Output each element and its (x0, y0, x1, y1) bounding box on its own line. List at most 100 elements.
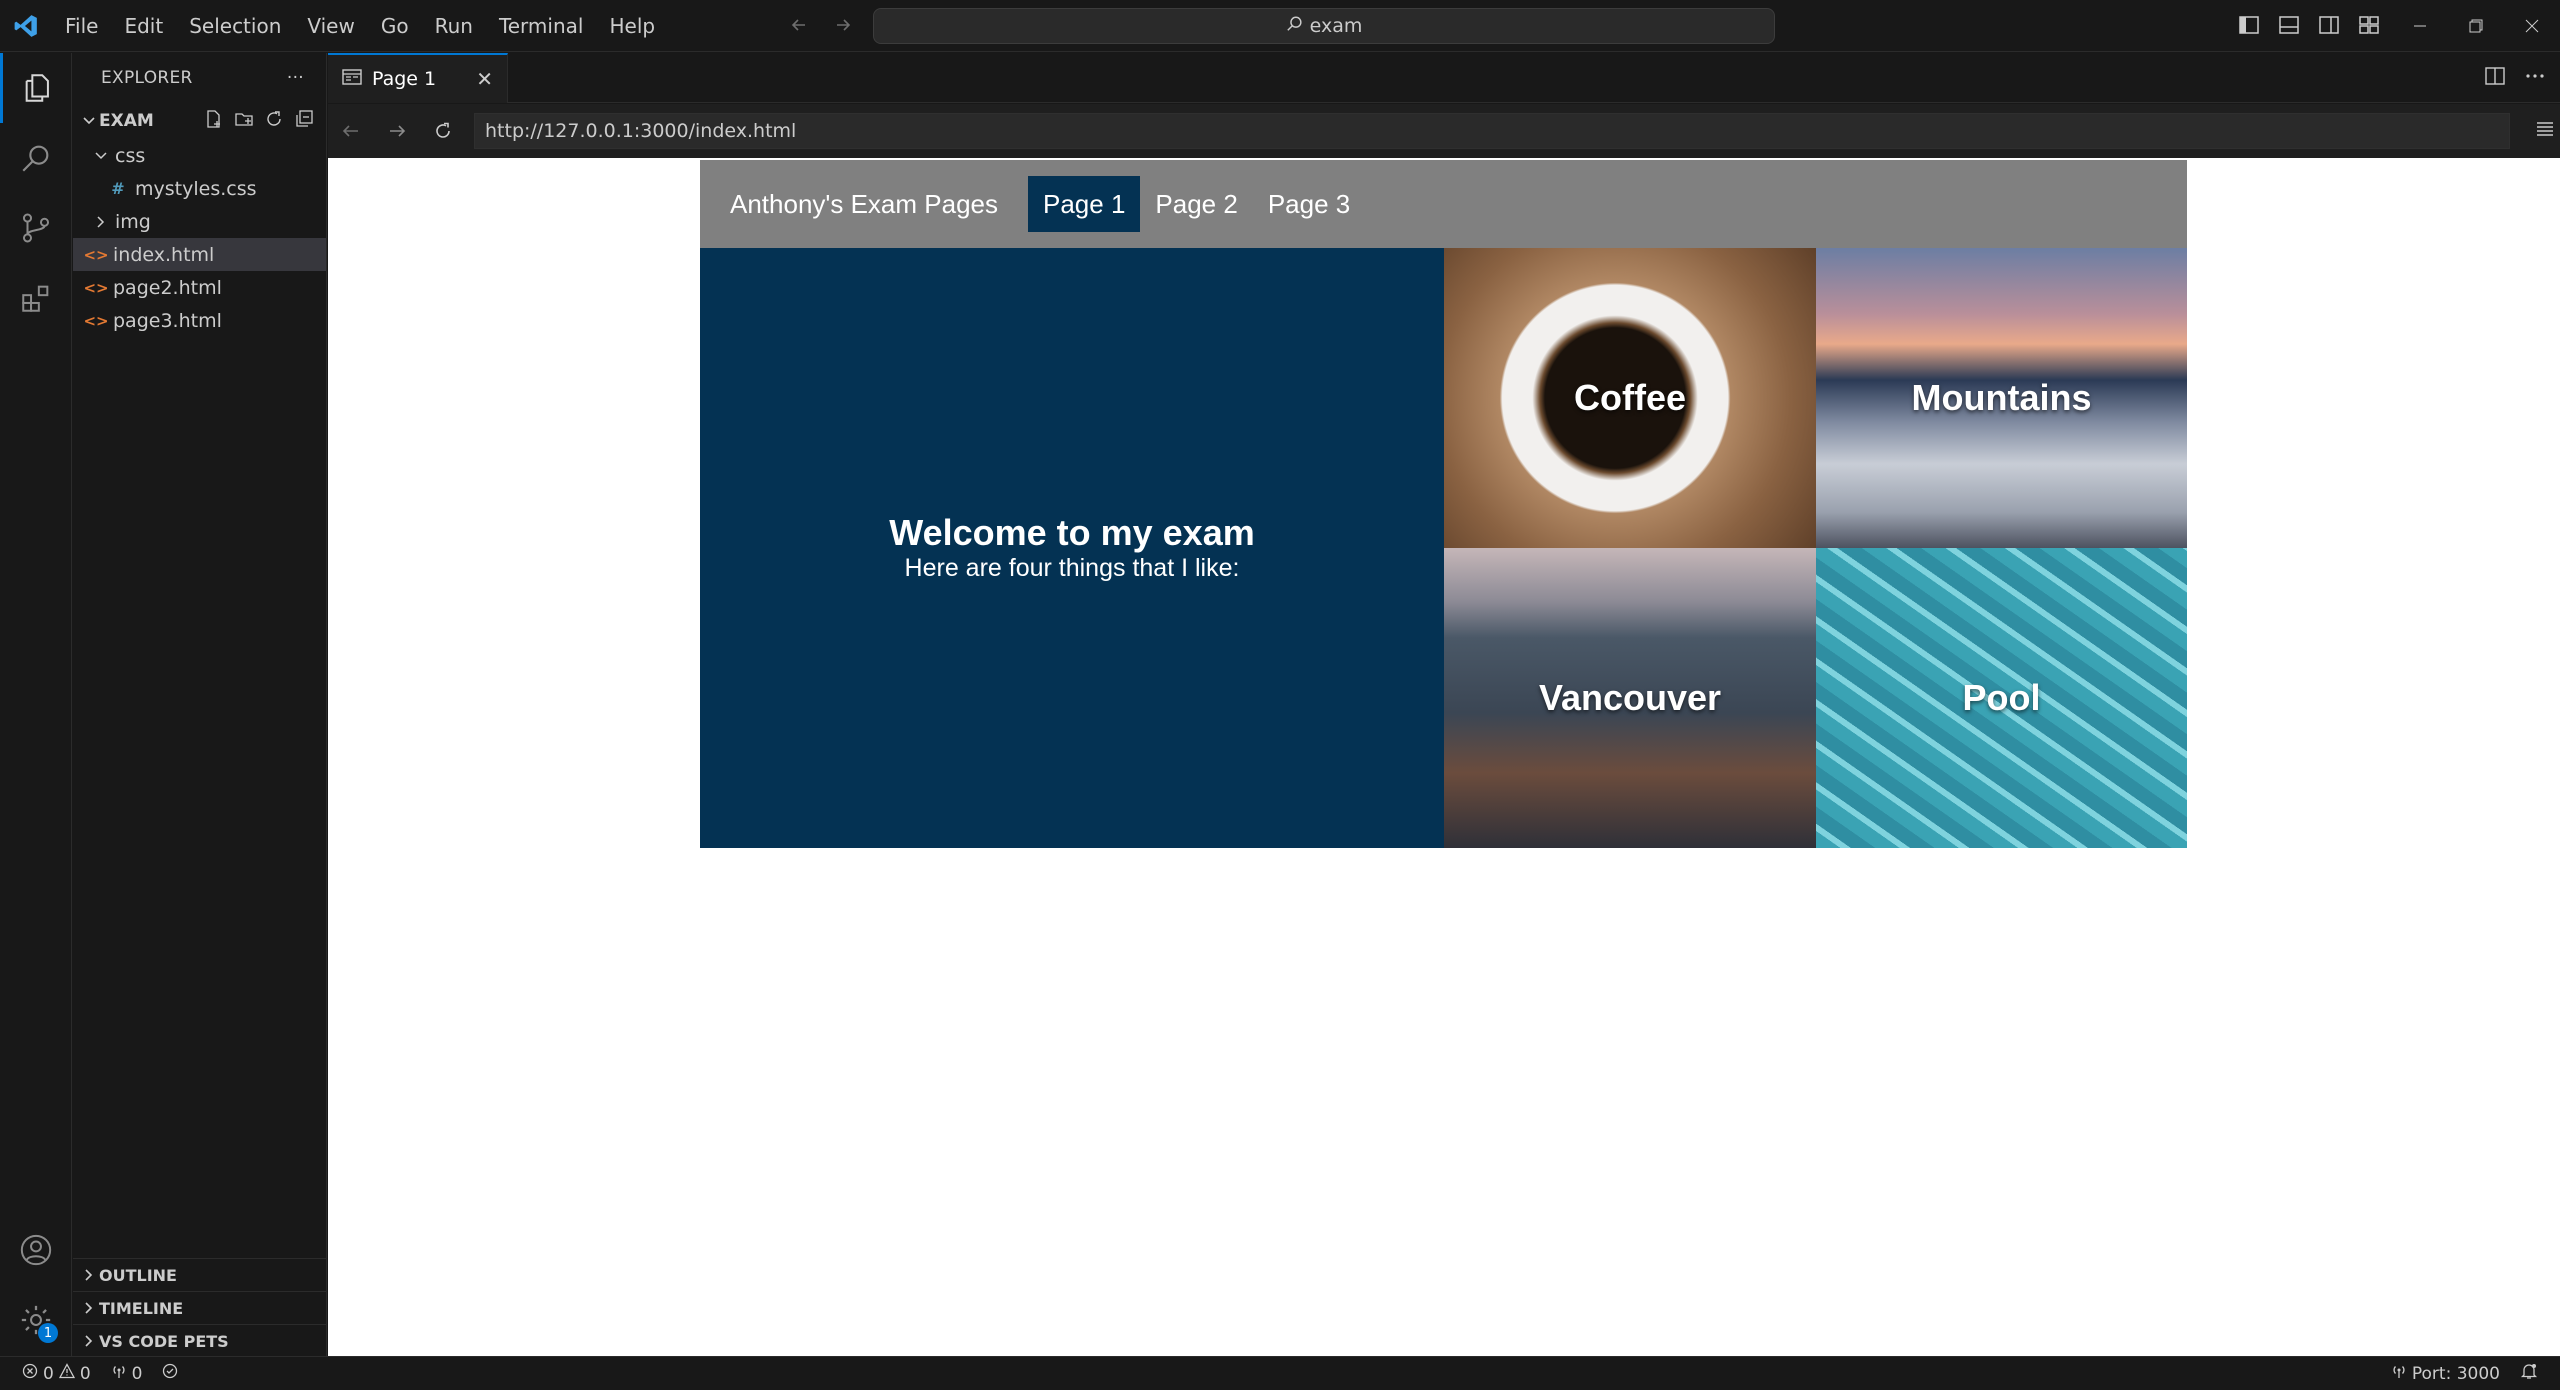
chevron-down-icon (79, 114, 99, 128)
source-control-icon[interactable] (0, 193, 72, 263)
browser-viewport: Anthony's Exam Pages Page 1 Page 2 Page … (328, 158, 2560, 1356)
refresh-icon[interactable] (264, 109, 284, 134)
browser-forward-icon[interactable] (374, 104, 420, 158)
vscode-logo-icon (0, 0, 52, 52)
tab-label: Page 1 (372, 68, 437, 90)
section-label: TIMELINE (99, 1298, 184, 1318)
menu-edit[interactable]: Edit (111, 0, 176, 52)
menu-file[interactable]: File (52, 0, 111, 52)
tab-page-1[interactable]: Page 1 ✕ (328, 53, 508, 103)
timeline-section[interactable]: TIMELINE (73, 1291, 327, 1324)
tree-file-index-html[interactable]: <> index.html (73, 238, 326, 271)
html-file-icon: <> (83, 311, 109, 330)
nav-link-page-2[interactable]: Page 2 (1140, 176, 1252, 232)
check-status[interactable] (152, 1357, 188, 1390)
chevron-right-icon (79, 1334, 99, 1348)
site-navbar: Anthony's Exam Pages Page 1 Page 2 Page … (700, 160, 2187, 248)
menu-bar: File Edit Selection View Go Run Terminal… (52, 0, 668, 52)
accounts-icon[interactable] (0, 1215, 72, 1285)
status-bar: 0 0 0 Port: 3000 (0, 1356, 2560, 1390)
preview-icon (342, 68, 362, 91)
tile-label-vancouver: Vancouver (1538, 677, 1722, 718)
explorer-more-actions-icon[interactable]: ··· (287, 68, 304, 88)
image-grid: Coffee Mountains Vancouver Pool (1444, 248, 2187, 848)
tree-label: img (115, 210, 151, 233)
explorer-icon[interactable] (0, 53, 72, 123)
tree-file-page3-html[interactable]: <> page3.html (73, 304, 326, 337)
browser-back-icon[interactable] (328, 104, 374, 158)
tree-label: page2.html (113, 276, 222, 299)
html-file-icon: <> (83, 245, 109, 264)
nav-link-page-1[interactable]: Page 1 (1028, 176, 1141, 232)
site-brand[interactable]: Anthony's Exam Pages (700, 189, 1028, 220)
tile-mountains: Mountains (1816, 248, 2187, 548)
extensions-icon[interactable] (0, 263, 72, 333)
ports-count: 0 (131, 1363, 143, 1384)
browser-reload-icon[interactable] (420, 104, 466, 158)
notifications[interactable] (2510, 1357, 2560, 1390)
toggle-panel-icon[interactable] (2276, 12, 2302, 38)
welcome-panel: Welcome to my exam Here are four things … (700, 248, 1444, 848)
browser-menu-icon[interactable] (2534, 118, 2556, 144)
tree-folder-css[interactable]: css (73, 139, 326, 172)
menu-terminal[interactable]: Terminal (486, 0, 597, 52)
tree-file-mystyles-css[interactable]: # mystyles.css (73, 172, 326, 205)
search-view-icon[interactable] (0, 123, 72, 193)
ports-status[interactable]: 0 (101, 1357, 153, 1390)
html-file-icon: <> (83, 278, 109, 297)
collapse-all-icon[interactable] (294, 109, 314, 134)
command-center-search[interactable]: exam (873, 8, 1775, 44)
forward-arrow-icon[interactable] (830, 12, 856, 38)
workspace-section[interactable]: EXAM (73, 103, 326, 139)
explorer-sidebar: EXPLORER ··· EXAM css # mystyles.css img… (73, 53, 327, 1356)
tile-pool: Pool (1816, 548, 2187, 848)
tree-label: css (115, 144, 146, 167)
split-editor-icon[interactable] (2484, 65, 2506, 91)
css-file-icon: # (111, 179, 125, 198)
vscode-pets-section[interactable]: VS CODE PETS (73, 1324, 327, 1357)
menu-view[interactable]: View (294, 0, 367, 52)
customize-layout-icon[interactable] (2356, 12, 2382, 38)
broadcast-icon (111, 1363, 127, 1384)
close-tab-icon[interactable]: ✕ (476, 67, 493, 91)
warning-icon (58, 1363, 75, 1384)
warning-count: 0 (79, 1363, 91, 1384)
title-bar: File Edit Selection View Go Run Terminal… (0, 0, 2560, 52)
error-icon (22, 1363, 38, 1384)
url-input[interactable]: http://127.0.0.1:3000/index.html (474, 113, 2510, 149)
port-label: Port: 3000 (2411, 1363, 2500, 1384)
settings-gear-icon[interactable]: 1 (0, 1285, 72, 1355)
chevron-right-icon (91, 215, 111, 229)
menu-run[interactable]: Run (422, 0, 486, 52)
chevron-right-icon (79, 1268, 99, 1282)
live-server-port[interactable]: Port: 3000 (2381, 1357, 2510, 1390)
welcome-subtitle: Here are four things that I like: (904, 554, 1240, 582)
tree-label: index.html (113, 243, 215, 266)
section-label: VS CODE PETS (99, 1331, 229, 1351)
restore-icon[interactable] (2448, 0, 2504, 52)
site-hero: Welcome to my exam Here are four things … (700, 248, 2187, 848)
menu-help[interactable]: Help (596, 0, 668, 52)
bell-icon (2520, 1362, 2538, 1385)
tree-folder-img[interactable]: img (73, 205, 326, 238)
problems-status[interactable]: 0 0 (0, 1357, 101, 1390)
new-folder-icon[interactable] (234, 109, 254, 134)
editor-tab-bar: Page 1 ✕ (328, 53, 2560, 103)
toggle-secondary-sidebar-icon[interactable] (2316, 12, 2342, 38)
back-arrow-icon[interactable] (786, 12, 812, 38)
close-window-icon[interactable] (2504, 0, 2560, 52)
tile-coffee: Coffee (1444, 248, 1816, 548)
browser-toolbar: http://127.0.0.1:3000/index.html (328, 104, 2560, 158)
url-text: http://127.0.0.1:3000/index.html (485, 120, 797, 142)
new-file-icon[interactable] (204, 109, 224, 134)
menu-selection[interactable]: Selection (176, 0, 294, 52)
minimize-icon[interactable] (2392, 0, 2448, 52)
more-actions-icon[interactable] (2524, 65, 2546, 91)
broadcast-icon (2391, 1363, 2407, 1384)
tree-file-page2-html[interactable]: <> page2.html (73, 271, 326, 304)
toggle-primary-sidebar-icon[interactable] (2236, 12, 2262, 38)
menu-go[interactable]: Go (368, 0, 422, 52)
nav-link-page-3[interactable]: Page 3 (1253, 176, 1365, 232)
outline-section[interactable]: OUTLINE (73, 1258, 327, 1291)
error-count: 0 (43, 1363, 54, 1384)
